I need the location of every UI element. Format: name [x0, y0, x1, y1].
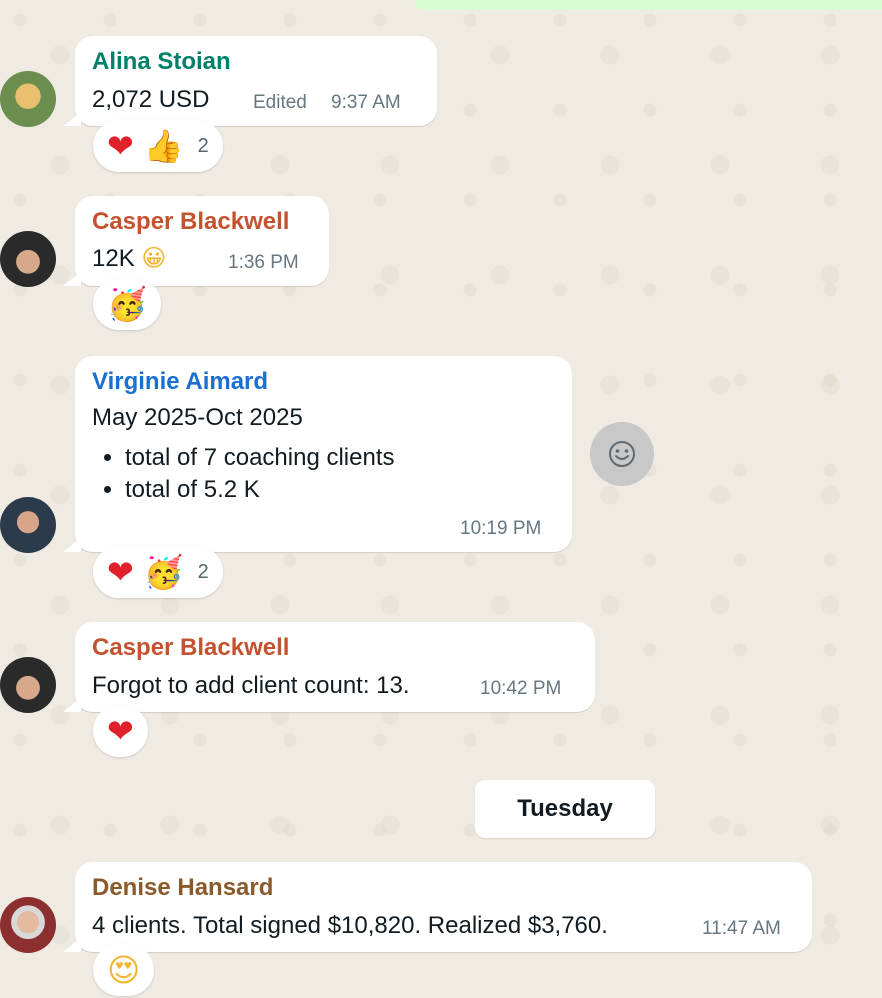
heart-eyes-icon: 😍 — [107, 951, 141, 989]
heart-icon: ❤ — [107, 712, 134, 750]
message-time: 11:47 AM — [702, 918, 781, 939]
bubble-tail — [63, 272, 81, 286]
sender-name[interactable]: Virginie Aimard — [92, 368, 268, 396]
edited-label: Edited — [253, 92, 307, 113]
message-time: 1:36 PM — [228, 252, 299, 273]
avatar[interactable] — [0, 897, 56, 953]
sender-name[interactable]: Casper Blackwell — [92, 634, 289, 662]
message-bubble[interactable]: Alina Stoian 2,072 USD Edited 9:37 AM — [63, 36, 437, 126]
bubble-tail — [63, 938, 81, 952]
reactions-bar[interactable]: ❤ — [93, 705, 148, 757]
party-face-icon: 🥳 — [107, 285, 147, 323]
avatar[interactable] — [0, 71, 56, 127]
reactions-bar[interactable]: ❤ 👍 2 — [93, 120, 223, 172]
heart-icon: ❤ — [107, 127, 134, 165]
avatar[interactable] — [0, 231, 56, 287]
reaction-count: 2 — [197, 560, 209, 583]
message-time: 10:19 PM — [460, 518, 542, 539]
reactions-bar[interactable]: 🥳 — [93, 278, 161, 330]
message-text-value: 12K — [92, 245, 135, 272]
smiley-icon[interactable] — [590, 422, 654, 486]
message-time: 10:42 PM — [480, 678, 562, 699]
message-bubble[interactable]: Denise Hansard 4 clients. Total signed $… — [63, 862, 812, 952]
thumbs-up-icon: 👍 — [143, 127, 184, 165]
grinning-face-icon: 😀 — [141, 244, 167, 272]
bullet-list: total of 7 coaching clients total of 5.2… — [92, 442, 395, 506]
message-bubble[interactable]: Virginie Aimard May 2025-Oct 2025 total … — [63, 356, 572, 552]
bubble-tail — [63, 538, 81, 552]
avatar[interactable] — [0, 657, 56, 713]
message-text: May 2025-Oct 2025 — [92, 404, 303, 431]
message-text: 2,072 USD — [92, 86, 210, 113]
message-text: 4 clients. Total signed $10,820. Realize… — [92, 912, 608, 939]
party-face-icon: 🥳 — [143, 553, 184, 591]
bubble-tail — [63, 698, 81, 712]
reactions-bar[interactable]: 😍 — [93, 944, 155, 996]
reactions-bar[interactable]: ❤ 🥳 2 — [93, 546, 223, 598]
reaction-count: 2 — [197, 134, 209, 157]
message-bubble[interactable]: Casper Blackwell 12K 😀 1:36 PM — [63, 196, 329, 286]
avatar[interactable] — [0, 497, 56, 553]
date-separator: Tuesday — [475, 780, 655, 838]
bubble-tail — [63, 112, 81, 126]
sender-name[interactable]: Denise Hansard — [92, 874, 273, 902]
outgoing-message-edge — [415, 0, 882, 10]
message-time: 9:37 AM — [331, 92, 401, 113]
list-item: total of 5.2 K — [125, 474, 395, 506]
message-text: Forgot to add client count: 13. — [92, 672, 410, 699]
list-item: total of 7 coaching clients — [125, 442, 395, 474]
sender-name[interactable]: Casper Blackwell — [92, 208, 289, 236]
heart-icon: ❤ — [107, 553, 134, 591]
sender-name[interactable]: Alina Stoian — [92, 48, 231, 76]
message-bubble[interactable]: Casper Blackwell Forgot to add client co… — [63, 622, 595, 712]
message-text: 12K 😀 — [92, 244, 166, 273]
